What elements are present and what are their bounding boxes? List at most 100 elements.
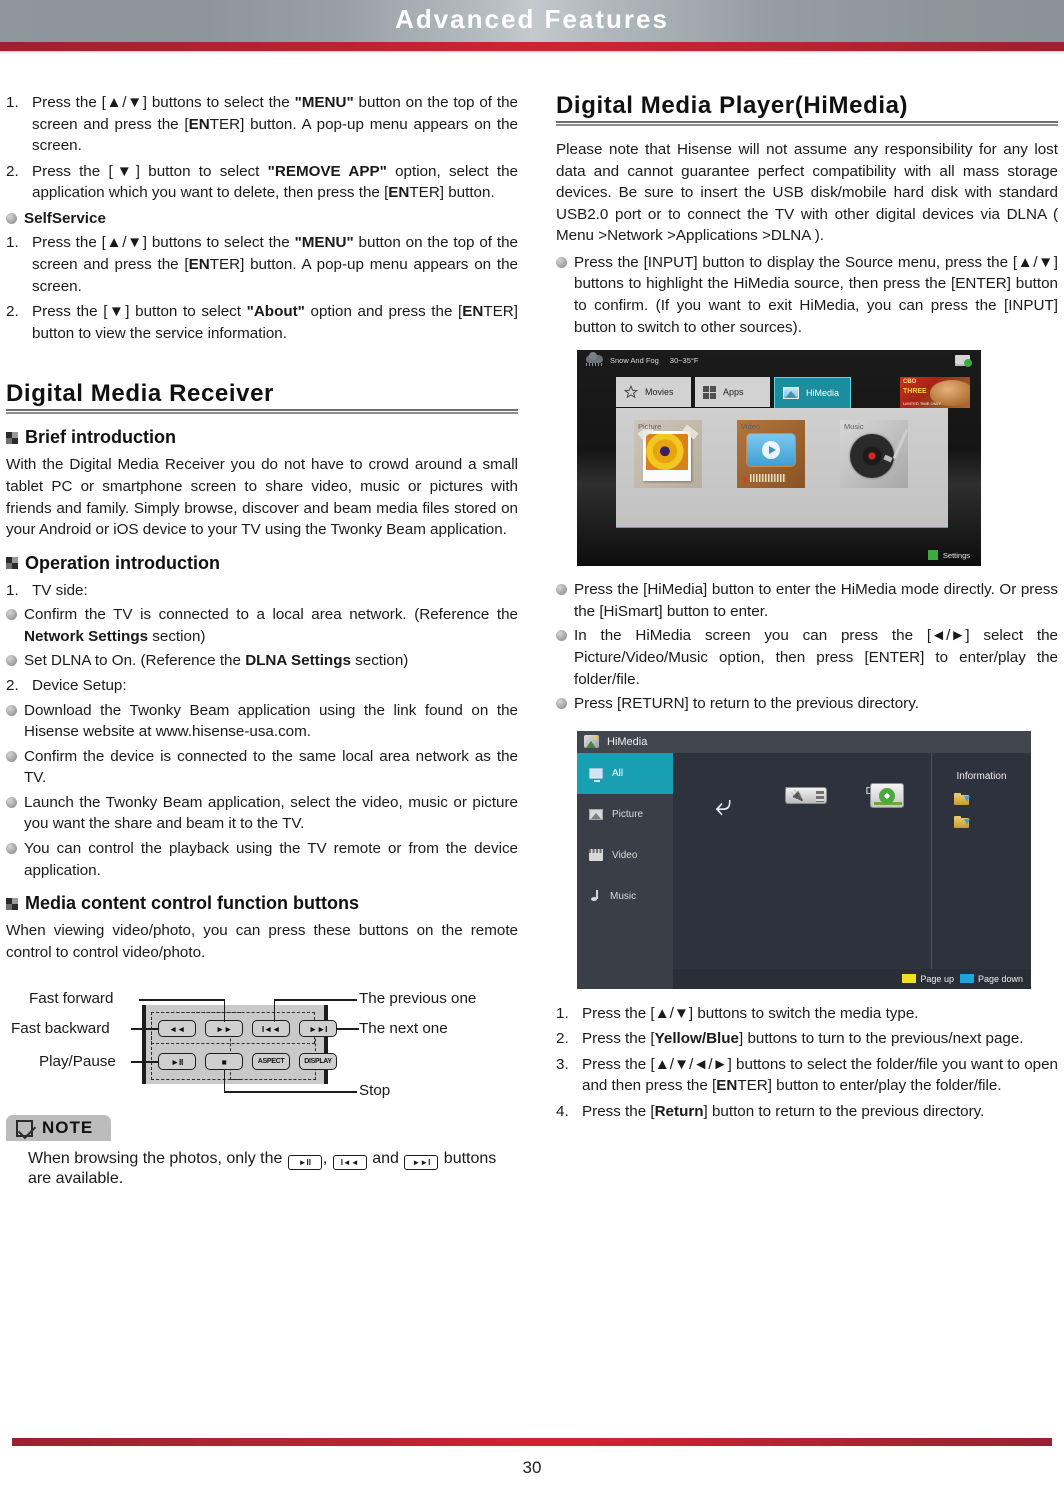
dot-bullet-icon bbox=[6, 704, 17, 716]
list-item: Press the [INPUT] button to display the … bbox=[556, 252, 1058, 338]
tv2-sidebar-label: All bbox=[612, 767, 624, 779]
list-item-text: TV side: bbox=[32, 581, 88, 599]
ad-line-2: THREE bbox=[903, 388, 927, 396]
tv-tab-label: Movies bbox=[645, 387, 674, 398]
step-text: Press the [▲/▼] buttons to select the "M… bbox=[32, 234, 518, 295]
step-text: Press the [▲/▼/◄/►] buttons to select th… bbox=[582, 1055, 1058, 1095]
subheading-label: Media content control function buttons bbox=[25, 893, 359, 914]
list-item: 1. Press the [▲/▼] buttons to select the… bbox=[6, 232, 518, 297]
tv-tab-movies[interactable]: Movies bbox=[616, 377, 691, 408]
tv-tab-himedia[interactable]: HiMedia bbox=[774, 377, 851, 414]
tv-advertisement-banner[interactable]: CBO THREE LIMITED TIME ONLY bbox=[900, 377, 970, 409]
step-number: 2. bbox=[6, 303, 19, 321]
tv2-sidebar: All Picture Video Music bbox=[577, 752, 673, 969]
photo-frame-icon bbox=[643, 431, 691, 482]
tv-tile-video[interactable]: Video bbox=[737, 420, 805, 489]
dot-bullet-icon bbox=[6, 609, 17, 621]
right-column: Digital Media Player(HiMedia) Please not… bbox=[556, 92, 1058, 1127]
label-play-pause: Play/Pause bbox=[39, 1053, 116, 1071]
dmp-bottom-steps: 1. Press the [▲/▼] buttons to switch the… bbox=[556, 1003, 1058, 1123]
dot-bullet-icon bbox=[6, 796, 17, 808]
blue-key-icon bbox=[959, 974, 974, 984]
back-arrow-icon[interactable]: ⤷ bbox=[715, 789, 732, 822]
dot-bullet-icon bbox=[6, 212, 17, 224]
tv-tile-music[interactable]: Music bbox=[840, 420, 909, 489]
tv2-sidebar-label: Video bbox=[612, 849, 638, 861]
page-up-hint[interactable]: Page up bbox=[902, 974, 954, 984]
tv-media-tiles: Picture Video Music bbox=[634, 420, 909, 489]
remote-button-previous[interactable]: I◄◄ bbox=[252, 1020, 290, 1038]
section-title-dmp: Digital Media Player(HiMedia) bbox=[556, 92, 909, 119]
tv2-device-usb1[interactable]: USB1 bbox=[771, 781, 827, 804]
step-number: 1. bbox=[6, 581, 19, 599]
header-red-rule bbox=[0, 42, 1064, 51]
bullet-text: In the HiMedia screen you can press the … bbox=[574, 627, 1058, 688]
list-item: 1. Press the [▲/▼] buttons to switch the… bbox=[556, 1003, 1058, 1025]
page-number: 30 bbox=[522, 1458, 542, 1477]
remote-button-stop[interactable]: ■ bbox=[205, 1053, 243, 1071]
dot-bullet-icon bbox=[6, 750, 17, 762]
note-title: NOTE bbox=[42, 1118, 94, 1138]
tv2-sidebar-item-video[interactable]: Video bbox=[577, 835, 673, 876]
label-stop: Stop bbox=[359, 1082, 391, 1100]
tv2-sidebar-item-all[interactable]: All bbox=[577, 752, 673, 794]
tonearm-icon bbox=[892, 428, 909, 460]
section-rule bbox=[6, 409, 518, 415]
remote-button-next[interactable]: ►►I bbox=[299, 1020, 337, 1038]
tv2-device-dlna[interactable]: DLNA bbox=[852, 781, 906, 808]
tv-settings-hint[interactable]: Settings bbox=[927, 550, 970, 561]
page-down-hint[interactable]: Page down bbox=[959, 974, 1023, 984]
square-bullet-icon bbox=[6, 431, 18, 444]
leader-line bbox=[224, 999, 226, 1023]
list-item: 1. Press the [▲/▼] buttons to select the… bbox=[6, 92, 518, 157]
tv2-sidebar-item-music[interactable]: Music bbox=[577, 876, 673, 917]
remote-button-play-pause[interactable]: ►II bbox=[158, 1053, 196, 1071]
operation-items: 1. TV side: Confirm the TV is connected to… bbox=[6, 580, 518, 882]
step-number: 2. bbox=[556, 1030, 569, 1048]
tv-tabbar: Movies Apps HiMedia bbox=[616, 377, 851, 414]
leader-line bbox=[337, 1028, 359, 1030]
inline-button-next: ►►I bbox=[404, 1154, 439, 1170]
ad-line-1: CBO bbox=[903, 379, 917, 386]
step-number: 3. bbox=[556, 1055, 569, 1073]
list-item-text: You can control the playback using the T… bbox=[24, 840, 518, 879]
media-buttons-body: When viewing video/photo, you can press … bbox=[6, 922, 518, 961]
step-number: 1. bbox=[6, 94, 19, 111]
tile-label: Picture bbox=[638, 422, 662, 432]
note-text-before: When browsing the photos, only the bbox=[28, 1149, 283, 1167]
green-key-icon bbox=[927, 550, 938, 561]
step-text: Press the [▲/▼] buttons to switch the me… bbox=[582, 1004, 919, 1022]
tv2-bottom-left-filler bbox=[577, 968, 673, 989]
remote-button-fast-forward[interactable]: ►► bbox=[205, 1020, 243, 1038]
label-fast-forward: Fast forward bbox=[29, 990, 114, 1008]
remote-button-rewind[interactable]: ◄◄ bbox=[158, 1020, 196, 1038]
tv-tab-apps[interactable]: Apps bbox=[695, 377, 770, 408]
tv2-sidebar-label: Music bbox=[610, 890, 637, 902]
label-previous-one: The previous one bbox=[359, 990, 477, 1008]
step-text: Press the [▲/▼] buttons to select the "M… bbox=[32, 94, 518, 155]
list-item: Set DLNA to On. (Reference the DLNA Sett… bbox=[6, 650, 518, 672]
selfservice-heading-list: SelfService bbox=[6, 208, 518, 230]
label-fast-backward: Fast backward bbox=[11, 1020, 110, 1038]
tv2-sidebar-item-picture[interactable]: Picture bbox=[577, 794, 673, 835]
section-title-dmr: Digital Media Receiver bbox=[6, 380, 274, 408]
dmp-intro: Please note that Hisense will not assume… bbox=[556, 141, 1058, 245]
tv2-bottom-bar: Page up Page down bbox=[673, 968, 1031, 989]
list-item-text: Confirm the device is connected to the s… bbox=[24, 747, 518, 787]
list-item: You can control the playback using the T… bbox=[6, 838, 518, 881]
leader-line bbox=[224, 1070, 226, 1093]
leader-line bbox=[131, 1028, 159, 1030]
tv2-content-area: ⤷ USB1 DLNA bbox=[673, 753, 931, 969]
note-badge: NOTE bbox=[6, 1115, 112, 1142]
remote-button-display[interactable]: DISPLAY bbox=[299, 1053, 337, 1071]
leader-line bbox=[131, 1061, 159, 1063]
apps-grid-icon bbox=[703, 385, 716, 399]
list-item: 2. Device Setup: bbox=[6, 675, 518, 697]
step-number: 2. bbox=[6, 162, 19, 180]
remote-button-aspect[interactable]: ASPECT bbox=[252, 1053, 290, 1071]
square-bullet-icon bbox=[6, 557, 18, 570]
tv-tile-picture[interactable]: Picture bbox=[634, 420, 702, 489]
list-item: 3. Press the [▲/▼/◄/►] buttons to select… bbox=[556, 1054, 1058, 1097]
tv-statusbar: Snow And Fog 30~35°F bbox=[585, 352, 698, 367]
subheading-media-buttons: Media content control function buttons bbox=[6, 893, 518, 914]
